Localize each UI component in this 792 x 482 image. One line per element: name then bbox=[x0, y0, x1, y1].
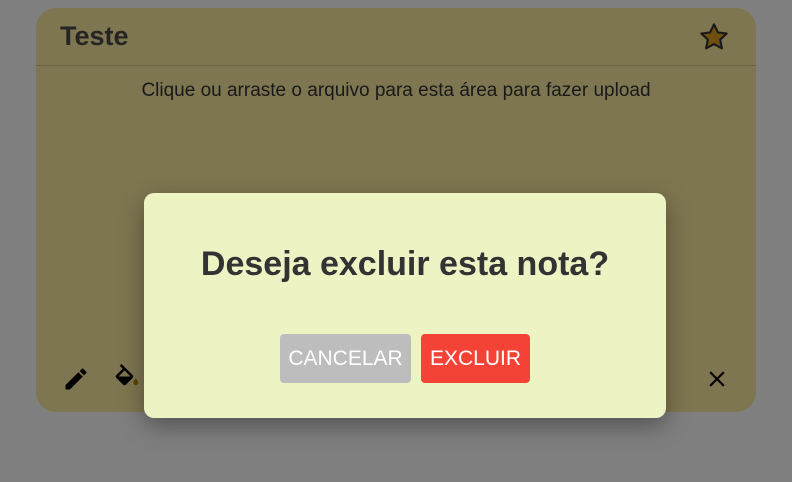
cancel-button[interactable]: CANCELAR bbox=[280, 334, 411, 383]
dialog-title: Deseja excluir esta nota? bbox=[200, 245, 610, 283]
delete-confirm-dialog: Deseja excluir esta nota? CANCELAR EXCLU… bbox=[144, 193, 666, 418]
delete-button[interactable]: EXCLUIR bbox=[421, 334, 530, 383]
